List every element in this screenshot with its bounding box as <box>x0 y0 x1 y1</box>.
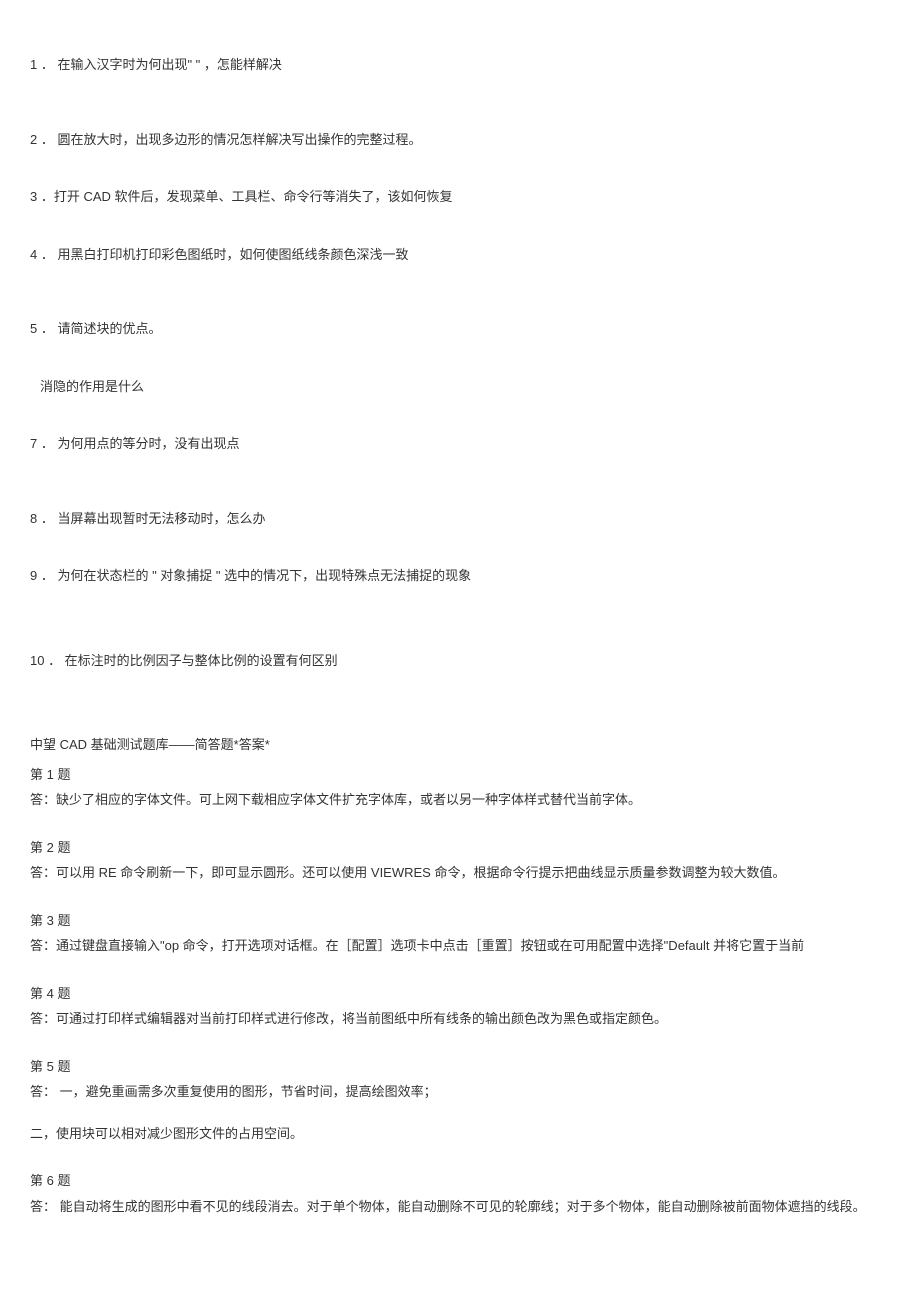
question-10: 10 ． 在标注时的比例因子与整体比例的设置有何区别 <box>30 651 890 671</box>
answer-2: 第 2 题 答：可以用 RE 命令刷新一下，即可显示圆形。还可以使用 VIEWR… <box>30 838 890 883</box>
answer-2-number: 第 2 题 <box>30 838 890 858</box>
spacer <box>30 349 890 377</box>
answer-1: 第 1 题 答：缺少了相应的字体文件。可上网下载相应字体文件扩充字体库，或者以另… <box>30 765 890 810</box>
question-2: 2 ． 圆在放大时，出现多边形的情况怎样解决写出操作的完整过程。 <box>30 130 890 150</box>
answer-5: 第 5 题 答： 一，避免重画需多次重复使用的图形，节省时间，提高绘图效率； 二… <box>30 1057 890 1144</box>
answer-4-text: 答：可通过打印样式编辑器对当前打印样式进行修改，将当前图纸中所有线条的输出颜色改… <box>30 1009 890 1029</box>
question-4: 4 ． 用黑白打印机打印彩色图纸时，如何使图纸线条颜色深浅一致 <box>30 245 890 265</box>
spacer <box>30 85 890 130</box>
answer-1-text: 答：缺少了相应的字体文件。可上网下载相应字体文件扩充字体库，或者以另一种字体样式… <box>30 790 890 810</box>
spacer <box>30 274 890 319</box>
spacer <box>30 680 890 735</box>
answer-4-number: 第 4 题 <box>30 984 890 1004</box>
question-1: 1 ． 在输入汉字时为何出现" " ，怎能样解决 <box>30 55 890 75</box>
answer-3: 第 3 题 答：通过键盘直接输入"op 命令，打开选项对话框。在［配置］选项卡中… <box>30 911 890 956</box>
answer-4: 第 4 题 答：可通过打印样式编辑器对当前打印样式进行修改，将当前图纸中所有线条… <box>30 984 890 1029</box>
spacer <box>30 1102 890 1124</box>
spacer <box>30 538 890 566</box>
spacer <box>30 406 890 434</box>
question-7: 7 ． 为何用点的等分时，没有出现点 <box>30 434 890 454</box>
question-9: 9 ． 为何在状态栏的 " 对象捕捉 " 选中的情况下，出现特殊点无法捕捉的现象 <box>30 566 890 586</box>
answer-2-text: 答：可以用 RE 命令刷新一下，即可显示圆形。还可以使用 VIEWRES 命令，… <box>30 863 890 883</box>
answer-5-text-line1: 答： 一，避免重画需多次重复使用的图形，节省时间，提高绘图效率； <box>30 1082 890 1102</box>
answer-6-number: 第 6 题 <box>30 1171 890 1191</box>
answer-5-number: 第 5 题 <box>30 1057 890 1077</box>
answer-3-number: 第 3 题 <box>30 911 890 931</box>
question-5: 5 ． 请简述块的优点。 <box>30 319 890 339</box>
answer-1-number: 第 1 题 <box>30 765 890 785</box>
answers-section-title: 中望 CAD 基础测试题库——简答题*答案* <box>30 735 890 755</box>
spacer <box>30 217 890 245</box>
answer-6: 第 6 题 答： 能自动将生成的图形中看不见的线段消去。对于单个物体，能自动删除… <box>30 1171 890 1216</box>
answer-6-text: 答： 能自动将生成的图形中看不见的线段消去。对于单个物体，能自动删除不可见的轮廓… <box>30 1197 890 1217</box>
document-page: 1 ． 在输入汉字时为何出现" " ，怎能样解决 2 ． 圆在放大时，出现多边形… <box>0 0 920 1274</box>
question-3: 3 ．打开 CAD 软件后，发现菜单、工具栏、命令行等消失了，该如何恢复 <box>30 187 890 207</box>
spacer <box>30 464 890 509</box>
question-8: 8 ． 当屏幕出现暂时无法移动时，怎么办 <box>30 509 890 529</box>
answer-5-text-line2: 二，使用块可以相对减少图形文件的占用空间。 <box>30 1124 890 1144</box>
answer-3-text: 答：通过键盘直接输入"op 命令，打开选项对话框。在［配置］选项卡中点击［重置］… <box>30 936 890 956</box>
spacer <box>30 596 890 651</box>
spacer <box>30 159 890 187</box>
question-6-sub: 消隐的作用是什么 <box>30 377 890 397</box>
